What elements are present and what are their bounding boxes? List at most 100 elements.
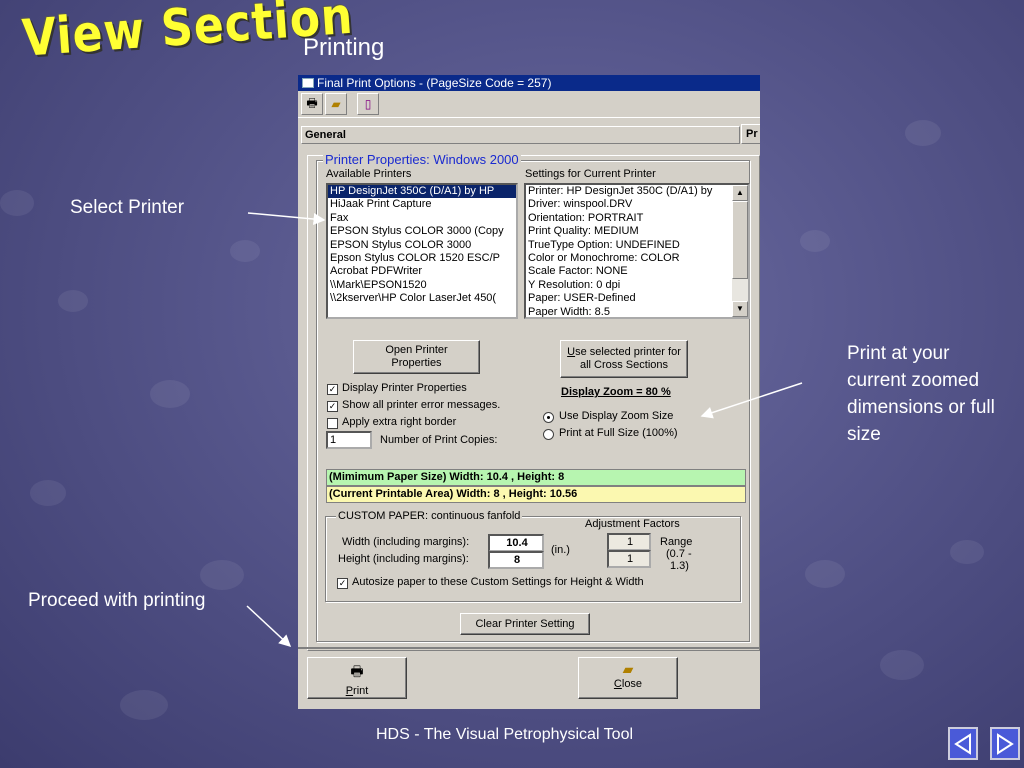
bg-bubble xyxy=(30,480,66,506)
checkbox-autosize[interactable]: ✓ xyxy=(337,578,348,589)
slide-footer: HDS - The Visual Petrophysical Tool xyxy=(376,726,634,743)
triangle-left-icon xyxy=(954,732,971,755)
bg-bubble xyxy=(905,120,941,146)
printer-list-item[interactable]: \\Mark\EPSON1520 xyxy=(328,279,516,292)
printer-list-item[interactable]: HiJaak Print Capture xyxy=(328,198,516,211)
width-input[interactable]: 10.4 xyxy=(488,534,544,552)
radio-full-size[interactable] xyxy=(543,429,554,440)
bg-bubble xyxy=(58,290,88,312)
general-panel: Printer Properties: Windows 2000 Availab… xyxy=(307,152,760,651)
settings-list-item: Driver: winspool.DRV xyxy=(528,198,633,211)
settings-list-item: TrueType Option: UNDEFINED xyxy=(528,238,680,251)
tab-bar: General Pr xyxy=(301,124,760,144)
dialog-button-bar: 🖶 Print ▰ Close xyxy=(298,647,760,709)
use-selected-printer-label: Use selected printer for all Cross Secti… xyxy=(567,346,681,371)
height-input[interactable]: 8 xyxy=(488,551,544,569)
settings-list-item: Y Resolution: 0 dpi xyxy=(528,278,621,291)
slide-subtitle: Printing xyxy=(303,34,385,61)
printer-list-item[interactable]: EPSON Stylus COLOR 3000 xyxy=(328,239,516,252)
prev-slide-button[interactable] xyxy=(948,727,978,760)
width-label: Width (including margins): xyxy=(342,536,470,548)
settings-list-item: Paper: USER-Defined xyxy=(528,292,636,305)
triangle-right-icon xyxy=(997,732,1014,755)
dialog-toolbar: 🖶 ▰ ▯ xyxy=(298,91,760,118)
printer-icon: 🖶 xyxy=(350,663,364,679)
settings-list-item: Scale Factor: NONE xyxy=(528,265,628,278)
bg-bubble xyxy=(150,380,190,408)
copies-input[interactable]: 1 xyxy=(326,431,372,449)
print-button[interactable]: 🖶 Print xyxy=(307,657,407,699)
page-icon[interactable]: ▯ xyxy=(357,93,379,115)
dialog-titlebar[interactable]: Final Print Options - (PageSize Code = 2… xyxy=(298,75,760,91)
radio-display-zoom[interactable] xyxy=(543,412,554,423)
settings-list-item: Printer: HP DesignJet 350C (D/A1) by xyxy=(528,185,713,197)
checkbox-error-messages[interactable]: ✓ xyxy=(327,401,338,412)
checkbox-label: Apply extra right border xyxy=(342,416,457,428)
annotation-proceed: Proceed with printing xyxy=(28,590,206,611)
settings-list-item: Orientation: PORTRAIT xyxy=(528,211,644,224)
copies-label: Number of Print Copies: xyxy=(380,434,498,446)
height-label: Height (including margins): xyxy=(338,553,469,565)
settings-list-item: Color or Monochrome: COLOR xyxy=(528,251,680,264)
available-printers-label: Available Printers xyxy=(326,168,412,180)
bg-bubble xyxy=(880,650,924,680)
adjustment-factors-label: Adjustment Factors xyxy=(585,518,680,530)
tab-general[interactable]: General xyxy=(301,126,740,144)
bg-bubble xyxy=(230,240,260,262)
tab-printer[interactable]: Pr xyxy=(741,124,760,144)
open-folder-icon[interactable]: ▰ xyxy=(325,93,347,115)
printer-group-title: Printer Properties: Windows 2000 xyxy=(323,152,521,167)
range-value-2: 1.3) xyxy=(670,560,689,572)
checkbox-label: Show all printer error messages. xyxy=(342,399,501,411)
checkbox-label: Display Printer Properties xyxy=(342,382,467,394)
bg-bubble xyxy=(120,690,168,720)
settings-list[interactable]: Printer: HP DesignJet 350C (D/A1) by Driv… xyxy=(524,183,750,319)
arrow-proceed xyxy=(246,605,292,648)
unit-label: (in.) xyxy=(551,544,570,556)
open-printer-properties-label: Open Printer Properties xyxy=(385,344,448,369)
current-printable-area: (Current Printable Area) Width: 8 , Heig… xyxy=(326,486,746,503)
bg-bubble xyxy=(800,230,830,252)
range-label: Range xyxy=(660,536,693,548)
adj-width-input[interactable]: 1 xyxy=(607,533,651,551)
annotation-select-printer: Select Printer xyxy=(70,197,185,218)
range-value: (0.7 - xyxy=(666,548,692,560)
settings-list-item: Paper Width: 8.5 xyxy=(528,305,610,318)
printer-icon[interactable]: 🖶 xyxy=(301,93,323,115)
minimum-paper-size: (Mimimum Paper Size) Width: 10.4 , Heigh… xyxy=(326,469,746,486)
settings-list-item: Print Quality: MEDIUM xyxy=(528,225,639,238)
printer-list-item[interactable]: HP DesignJet 350C (D/A1) by HP xyxy=(328,185,516,199)
scroll-down-icon[interactable]: ▼ xyxy=(732,301,748,317)
annotation-print-zoom: Print at your current zoomed dimensions … xyxy=(847,343,995,445)
checkbox-display-properties[interactable]: ✓ xyxy=(327,384,338,395)
settings-label: Settings for Current Printer xyxy=(525,168,656,180)
checkbox-right-border[interactable] xyxy=(327,418,338,429)
print-button-label: Print xyxy=(345,685,369,697)
printer-list-item[interactable]: Epson Stylus COLOR 1520 ESC/P xyxy=(328,252,516,265)
printer-list[interactable]: HP DesignJet 350C (D/A1) by HP HiJaak Pri… xyxy=(326,183,518,319)
scroll-thumb[interactable] xyxy=(732,201,748,279)
clear-printer-setting-button[interactable]: Clear Printer Setting xyxy=(460,613,590,635)
scroll-up-icon[interactable]: ▲ xyxy=(732,185,748,201)
open-printer-properties-button[interactable]: Open Printer Properties xyxy=(353,340,480,374)
bg-bubble xyxy=(805,560,845,588)
close-door-icon: ▰ xyxy=(622,661,634,677)
printer-list-item[interactable]: EPSON Stylus COLOR 3000 (Copy xyxy=(328,225,516,238)
printer-list-item[interactable]: Fax xyxy=(328,212,516,225)
close-button-label: Close xyxy=(613,678,643,690)
radio-display-zoom-label: Use Display Zoom Size xyxy=(559,410,674,422)
close-button[interactable]: ▰ Close xyxy=(578,657,678,699)
zoom-heading: Display Zoom = 80 % xyxy=(561,386,671,398)
settings-scrollbar[interactable]: ▲ ▼ xyxy=(732,185,748,317)
adj-height-input[interactable]: 1 xyxy=(607,550,651,568)
next-slide-button[interactable] xyxy=(990,727,1020,760)
dialog-title: Final Print Options - (PageSize Code = 2… xyxy=(317,76,552,90)
autosize-label: Autosize paper to these Custom Settings … xyxy=(352,576,644,588)
printer-list-item[interactable]: Acrobat PDFWriter xyxy=(328,265,516,278)
printer-list-item[interactable]: \\2kserver\HP Color LaserJet 450( xyxy=(328,292,516,305)
radio-full-size-label: Print at Full Size (100%) xyxy=(559,427,678,439)
print-options-dialog: Final Print Options - (PageSize Code = 2… xyxy=(298,75,760,709)
bg-bubble xyxy=(950,540,984,564)
use-selected-printer-button[interactable]: Use selected printer for all Cross Secti… xyxy=(560,340,688,378)
window-icon xyxy=(302,78,314,88)
